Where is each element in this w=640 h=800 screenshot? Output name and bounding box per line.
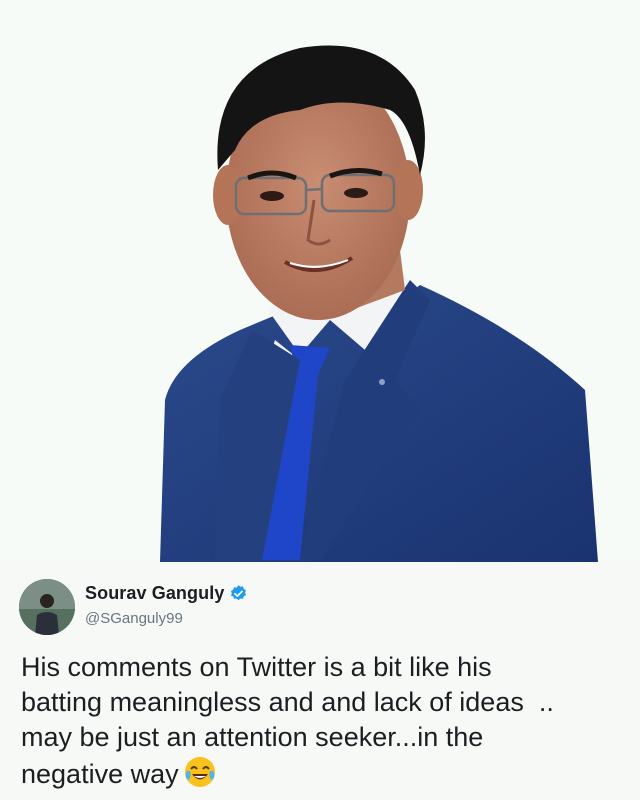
face-with-tears-of-joy-icon [183, 755, 217, 789]
profile-photo [0, 0, 640, 562]
author-name[interactable]: Sourav Ganguly [85, 583, 224, 604]
author-handle[interactable]: @SGanguly99 [85, 610, 183, 627]
verified-badge-icon [229, 584, 248, 603]
author-avatar[interactable] [19, 579, 75, 635]
tweet-text: His comments on Twitter is a bit like hi… [21, 652, 554, 789]
tweet-text-block: His comments on Twitter is a bit like hi… [21, 650, 631, 792]
